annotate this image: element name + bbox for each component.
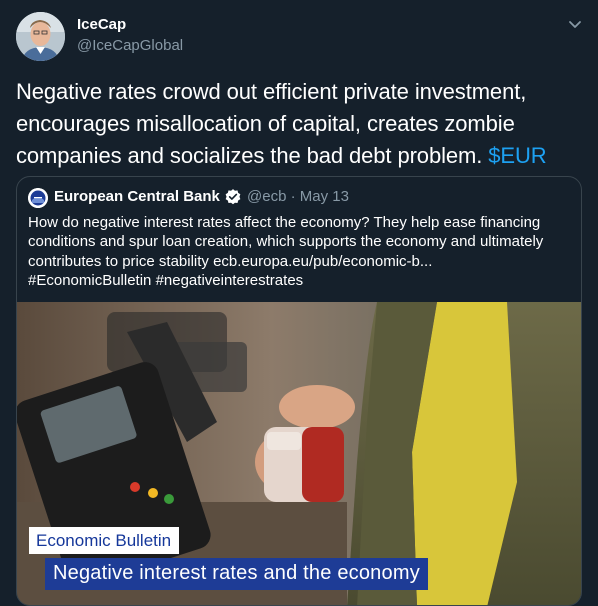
quoted-date[interactable]: May 13 [300, 188, 349, 205]
author-handle[interactable]: @IceCapGlobal [77, 37, 183, 54]
quoted-text-line: How do negative interest rates affect th… [28, 214, 541, 231]
media-caption-banner: Negative interest rates and the economy [45, 558, 428, 590]
ecb-logo-icon [28, 188, 48, 208]
cashtag-link[interactable]: $EUR [488, 143, 546, 168]
verified-badge-icon [224, 188, 242, 206]
quoted-text-line: contributes to price stability ecb.europ… [28, 252, 433, 270]
economic-bulletin-label: Economic Bulletin [29, 527, 180, 554]
avatar[interactable] [16, 12, 65, 61]
quoted-text: How do negative interest rates affect th… [28, 213, 573, 291]
meta-separator: · [290, 188, 296, 205]
tweet-text: Negative rates crowd out efficient priva… [16, 76, 582, 172]
quoted-text-line: #EconomicBulletin #negativeinterestrates [28, 272, 304, 290]
chevron-down-icon[interactable] [565, 14, 585, 34]
tweet-body: Negative rates crowd out efficient priva… [16, 79, 527, 168]
quoted-author-handle[interactable]: @ecb [247, 188, 286, 205]
quoted-text-line: conditions and spur loan creation, which… [28, 233, 544, 251]
avatar-photo [16, 12, 65, 61]
quoted-meta: @ecb · May 13 [247, 188, 349, 205]
quoted-author-name[interactable]: European Central Bank [54, 188, 220, 205]
author-name[interactable]: IceCap [77, 16, 126, 33]
